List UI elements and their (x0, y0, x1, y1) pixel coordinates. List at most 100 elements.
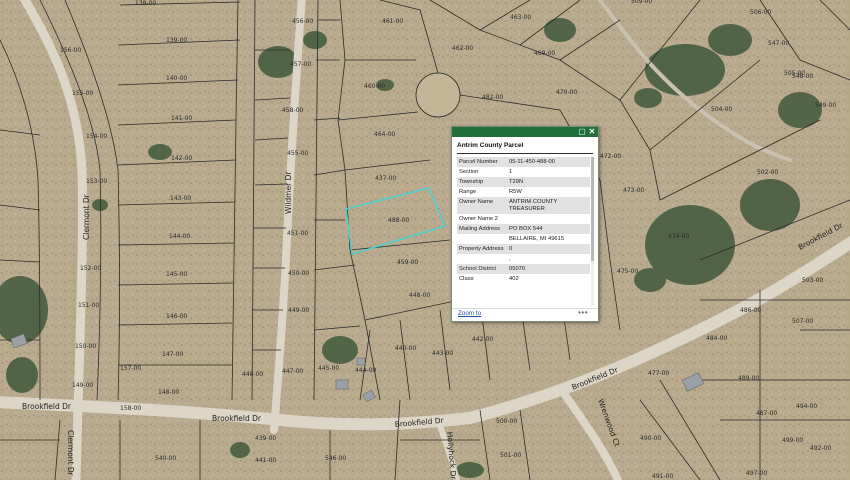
parcel-label: 458-00 (282, 107, 303, 114)
parcel-label: 501-00 (500, 452, 521, 459)
parcel-label: 456-00 (292, 18, 313, 25)
attribute-row: Township T29N (457, 177, 590, 187)
parcel-label: 499-00 (782, 437, 803, 444)
attribute-key: Property Address (457, 244, 507, 254)
parcel-label: 472-00 (600, 153, 621, 160)
close-icon[interactable]: ✕ (587, 127, 597, 137)
attribute-row: Owner Name 2 (457, 214, 590, 224)
parcel-label: 443-00 (432, 350, 453, 357)
attribute-row: Property Address 0 (457, 244, 590, 254)
aerial-parcel-map[interactable]: 138-00 139-00 140-00 141-00 142-00 143-0… (0, 0, 850, 480)
attribute-row: , (457, 254, 590, 264)
attribute-table: Parcel Number 05-11-450-488-00 Section 1 Tow… (457, 157, 590, 284)
attribute-key (457, 234, 507, 244)
parcel-label: 491-00 (652, 473, 673, 480)
parcel-label: 155-00 (72, 90, 93, 97)
parcel-label: 502-00 (757, 169, 778, 176)
parcel-label: 141-00 (171, 115, 192, 122)
parcel-label: 153-00 (86, 178, 107, 185)
parcel-label: 489-00 (738, 375, 759, 382)
parcel-label: 158-00 (120, 405, 141, 412)
popup-title: Antrim County Parcel (457, 142, 524, 149)
road-label: Brookfield Dr (22, 402, 72, 411)
title-divider (457, 153, 593, 154)
attribute-key: Mailing Address (457, 224, 507, 234)
parcel-label: 490-00 (640, 435, 661, 442)
road-label: Brookfield Dr (212, 414, 262, 423)
parcel-label: 440-00 (395, 345, 416, 352)
parcel-label: 459-00 (397, 259, 418, 266)
parcel-label: 157-00 (120, 365, 141, 372)
popup-footer: Zoom to ••• (452, 308, 598, 321)
popup-scrollbar[interactable] (591, 157, 594, 306)
parcel-label: 154-00 (86, 133, 107, 140)
parcel-label: 444-00 (355, 367, 376, 374)
parcel-label: 148-00 (158, 389, 179, 396)
parcel-label: 506-00 (750, 9, 771, 16)
parcel-label: 464-00 (374, 131, 395, 138)
attribute-value (507, 214, 590, 224)
attribute-key: Owner Name (457, 197, 507, 214)
parcel-label: 462-00 (452, 45, 473, 52)
parcel-label: 447-00 (282, 368, 303, 375)
parcel-label: 449-00 (288, 307, 309, 314)
parcel-label: 487-00 (756, 410, 777, 417)
attribute-row: School District 05070 (457, 264, 590, 274)
parcel-label: 477-00 (648, 370, 669, 377)
parcel-label: 150-00 (75, 343, 96, 350)
attribute-key: Owner Name 2 (459, 215, 498, 222)
attribute-value: 05070 (507, 264, 590, 274)
attribute-value: 0 (507, 244, 590, 254)
attribute-value: , (509, 255, 511, 262)
parcel-label: 151-00 (78, 302, 99, 309)
attribute-value: PO BOX 544 (507, 224, 590, 234)
parcel-label: 507-00 (792, 318, 813, 325)
attribute-value: ANTRIM COUNTY TREASURER (507, 197, 590, 214)
parcel-label: 497-00 (746, 470, 767, 477)
popup-titlebar: ▢ ✕ (452, 127, 598, 137)
parcel-label: 439-00 (255, 435, 276, 442)
parcel-label: 139-00 (166, 37, 187, 44)
parcel-label: 482-00 (482, 94, 503, 101)
map-canvas[interactable]: 138-00 139-00 140-00 141-00 142-00 143-0… (0, 0, 850, 480)
attribute-key: Township (457, 177, 507, 187)
ellipsis-icon[interactable]: ••• (578, 308, 588, 317)
scrollbar-thumb[interactable] (591, 157, 594, 261)
parcel-label: 540-00 (155, 455, 176, 462)
parcel-label: 488-00 (388, 217, 409, 224)
parcel-label: 140-00 (166, 75, 187, 82)
parcel-label: 500-00 (496, 418, 517, 425)
parcel-label: 469-00 (534, 50, 555, 57)
parcel-label: 138-00 (135, 0, 156, 7)
parcel-label: 546-00 (325, 455, 346, 462)
parcel-label: 503-00 (802, 277, 823, 284)
maximize-icon[interactable]: ▢ (577, 127, 587, 137)
parcel-label: 451-00 (287, 230, 308, 237)
attribute-list[interactable]: Parcel Number 05-11-450-488-00 Section 1 Tow… (457, 157, 592, 306)
attribute-key: Range (459, 188, 477, 195)
parcel-label: 549-00 (815, 102, 836, 109)
parcel-label: 473-00 (623, 187, 644, 194)
parcel-label: 460-00 (364, 83, 385, 90)
parcel-label: 446-00 (242, 371, 263, 378)
attribute-value: T29N (507, 177, 590, 187)
parcel-label: 492-00 (810, 445, 831, 452)
parcel-label: 457-00 (290, 61, 311, 68)
parcel-label: 475-00 (617, 268, 638, 275)
zoom-to-link[interactable]: Zoom to (458, 310, 481, 317)
cul-de-sac (415, 72, 461, 118)
parcel-label: 156-00 (60, 47, 81, 54)
attribute-row: Parcel Number 05-11-450-488-00 (457, 157, 590, 167)
attribute-key: Section (459, 168, 479, 175)
parcel-label: 442-00 (472, 336, 493, 343)
parcel-label: 437-00 (375, 175, 396, 182)
parcel-label: 461-00 (382, 18, 403, 25)
parcel-label: 494-00 (796, 403, 817, 410)
parcel-label: 147-00 (162, 351, 183, 358)
parcel-label: 445-00 (318, 365, 339, 372)
attribute-row: Section 1 (457, 167, 590, 177)
attribute-value: R5W (509, 188, 522, 195)
parcel-info-popup[interactable]: ▢ ✕ Antrim County Parcel Parcel Number 05… (451, 126, 599, 322)
parcel-label: 144-00 (169, 233, 190, 240)
attribute-row: BELLAIRE, MI 49615 (457, 234, 590, 244)
